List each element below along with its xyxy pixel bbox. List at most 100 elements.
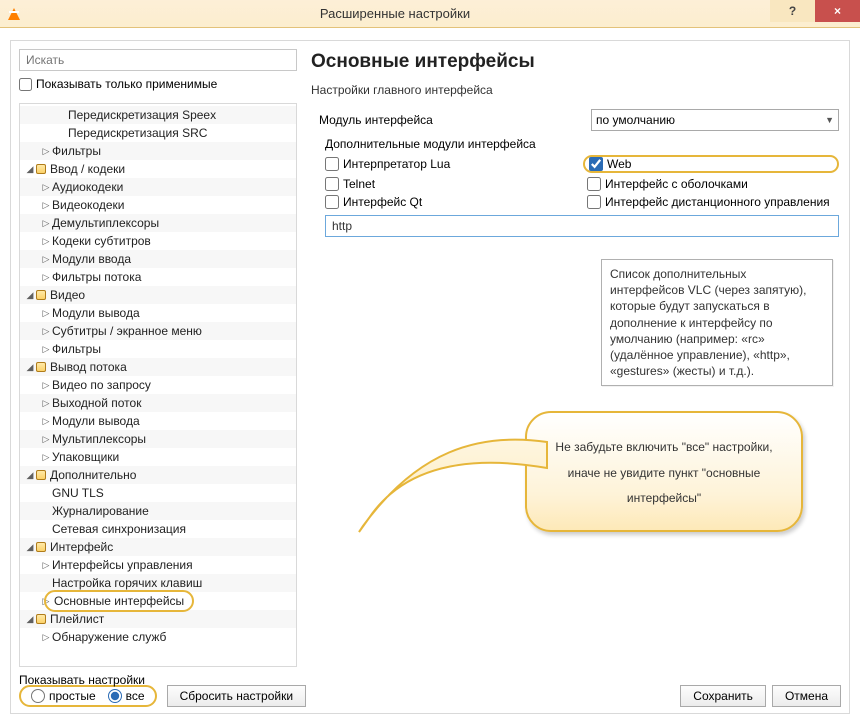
page-title: Основные интерфейсы — [311, 51, 839, 73]
tree-row[interactable]: Передискретизация SRC — [20, 124, 296, 142]
bottom-bar: Показывать настройки простые все Сбросит… — [19, 669, 841, 707]
tree-row[interactable]: ◢Интерфейс — [20, 538, 296, 556]
tree-row[interactable]: ▷Интерфейсы управления — [20, 556, 296, 574]
settings-tree[interactable]: Передискретизация SpeexПередискретизация… — [19, 103, 297, 667]
save-button[interactable]: Сохранить — [680, 685, 766, 707]
tree-row[interactable]: Сетевая синхронизация — [20, 520, 296, 538]
twisty-icon: ▷ — [40, 304, 52, 322]
tree-row[interactable]: ▷Модули вывода — [20, 412, 296, 430]
only-applicable-box[interactable] — [19, 78, 32, 91]
tree-row[interactable]: ▷Кодеки субтитров — [20, 232, 296, 250]
checkbox-lua[interactable]: Интерпретатор Lua — [325, 155, 577, 173]
tree-row[interactable]: ▷Упаковщики — [20, 448, 296, 466]
tree-row[interactable]: ▷Модули вывода — [20, 304, 296, 322]
tree-row[interactable]: ▷Обнаружение служб — [20, 628, 296, 646]
tree-row[interactable]: ▷Субтитры / экранное меню — [20, 322, 296, 340]
tree-label: Ввод / кодеки — [50, 160, 125, 178]
category-icon — [36, 470, 46, 480]
callout-text: Не забудьте включить "все" настройки, ин… — [555, 440, 772, 505]
page-subtitle: Настройки главного интерфейса — [311, 83, 839, 97]
checkbox-qt[interactable]: Интерфейс Qt — [325, 195, 577, 209]
category-icon — [36, 164, 46, 174]
tree-row[interactable]: ▷Выходной поток — [20, 394, 296, 412]
tree-label: Вывод потока — [50, 358, 127, 376]
checkbox-remote[interactable]: Интерфейс дистанционного управления — [587, 195, 839, 209]
module-label: Модуль интерфейса — [311, 113, 591, 127]
tree-label: Основные интерфейсы — [54, 594, 184, 608]
twisty-icon: ▷ — [40, 430, 52, 448]
checkbox-telnet[interactable]: Telnet — [325, 177, 577, 191]
tree-label: Субтитры / экранное меню — [52, 322, 202, 340]
tree-row[interactable]: ◢Плейлист — [20, 610, 296, 628]
tree-row[interactable]: ▷Модули ввода — [20, 250, 296, 268]
twisty-icon: ▷ — [40, 268, 52, 286]
tree-highlight: Основные интерфейсы — [44, 590, 194, 612]
tree-row[interactable]: ▷Демультиплексоры — [20, 214, 296, 232]
show-settings-label: Показывать настройки — [19, 673, 145, 687]
titlebar: Расширенные настройки ? × — [0, 0, 860, 28]
tree-label: Передискретизация SRC — [68, 124, 207, 142]
tree-label: Упаковщики — [52, 448, 119, 466]
tree-row[interactable]: ▷Фильтры потока — [20, 268, 296, 286]
search-input[interactable] — [19, 49, 297, 71]
tree-row[interactable]: ▷Фильтры — [20, 142, 296, 160]
tooltip: Список дополнительных интерфейсов VLC (ч… — [601, 259, 833, 386]
tree-row[interactable]: Передискретизация Speex — [20, 106, 296, 124]
tree-row[interactable]: ▷Видеокодеки — [20, 196, 296, 214]
tree-row[interactable]: Журналирование — [20, 502, 296, 520]
twisty-icon: ◢ — [24, 466, 36, 484]
tree-label: Мультиплексоры — [52, 430, 146, 448]
tree-row[interactable]: GNU TLS — [20, 484, 296, 502]
tree-label: Модули вывода — [52, 304, 140, 322]
twisty-icon: ▷ — [40, 322, 52, 340]
category-icon — [36, 542, 46, 552]
tree-label: Видео по запросу — [52, 376, 151, 394]
callout-tail — [357, 422, 547, 532]
checkbox-skins[interactable]: Интерфейс с оболочками — [587, 177, 839, 191]
tree-row[interactable]: ▷Фильтры — [20, 340, 296, 358]
twisty-icon: ▷ — [40, 142, 52, 160]
cancel-button[interactable]: Отмена — [772, 685, 841, 707]
tree-label: Журналирование — [52, 502, 149, 520]
vlc-icon — [8, 8, 20, 20]
radio-all[interactable]: все — [108, 689, 145, 703]
tree-row[interactable]: ▷Видео по запросу — [20, 376, 296, 394]
tree-label: Модули ввода — [52, 250, 131, 268]
only-applicable-label: Показывать только применимые — [36, 77, 217, 91]
category-icon — [36, 290, 46, 300]
extra-interfaces-input[interactable] — [325, 215, 839, 237]
tree-label: Плейлист — [50, 610, 104, 628]
module-value: по умолчанию — [596, 113, 675, 127]
close-button[interactable]: × — [815, 0, 860, 22]
reset-button[interactable]: Сбросить настройки — [167, 685, 306, 707]
twisty-icon: ▷ — [40, 628, 52, 646]
only-applicable-checkbox[interactable]: Показывать только применимые — [19, 77, 297, 91]
checkbox-web[interactable]: Web — [589, 157, 631, 171]
tree-row[interactable]: ▷Основные интерфейсы — [20, 592, 296, 610]
twisty-icon: ▷ — [40, 412, 52, 430]
tree-row[interactable]: ◢ Вывод потока — [20, 358, 296, 376]
twisty-icon: ▷ — [40, 556, 52, 574]
twisty-icon: ◢ — [24, 358, 36, 376]
tree-row[interactable]: ◢ Видео — [20, 286, 296, 304]
twisty-icon: ▷ — [40, 232, 52, 250]
tree-label: Демультиплексоры — [52, 214, 159, 232]
twisty-icon: ◢ — [24, 160, 36, 178]
twisty-icon: ▷ — [40, 448, 52, 466]
module-select[interactable]: по умолчанию ▼ — [591, 109, 839, 131]
tree-label: Фильтры — [52, 340, 101, 358]
tree-row[interactable]: ▷Мультиплексоры — [20, 430, 296, 448]
window-title: Расширенные настройки — [20, 6, 770, 21]
tree-row[interactable]: ◢Дополнительно — [20, 466, 296, 484]
tree-row[interactable]: ◢ Ввод / кодеки — [20, 160, 296, 178]
radio-simple[interactable]: простые — [31, 689, 96, 703]
tree-label: Обнаружение служб — [52, 628, 166, 646]
tree-label: Фильтры потока — [52, 268, 141, 286]
annotation-callout: Не забудьте включить "все" настройки, ин… — [525, 411, 803, 532]
tree-row[interactable]: ▷Аудиокодеки — [20, 178, 296, 196]
tree-label: Интерфейс — [50, 538, 113, 556]
help-button[interactable]: ? — [770, 0, 815, 22]
tree-label: Видео — [50, 286, 85, 304]
twisty-icon: ▷ — [40, 376, 52, 394]
twisty-icon: ◢ — [24, 286, 36, 304]
